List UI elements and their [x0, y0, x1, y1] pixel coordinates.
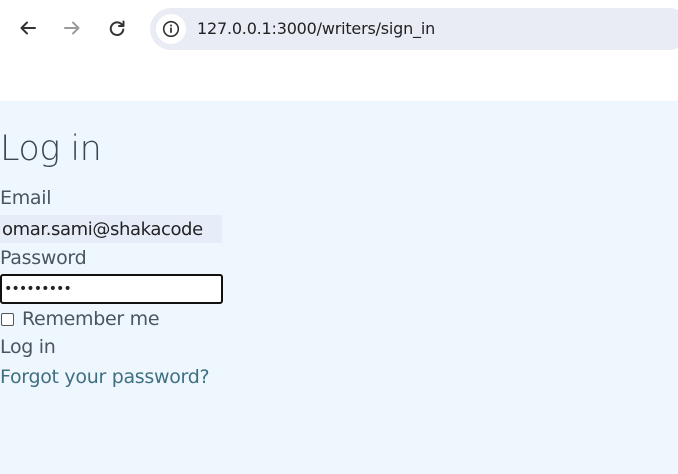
back-arrow-icon — [20, 21, 36, 35]
browser-toolbar: 127.0.0.1:3000/writers/sign_in — [0, 0, 678, 58]
address-bar[interactable]: 127.0.0.1:3000/writers/sign_in — [150, 8, 678, 50]
reload-button[interactable] — [99, 10, 135, 46]
forward-arrow-icon — [64, 21, 80, 35]
remember-me-checkbox[interactable] — [1, 312, 14, 326]
forward-button[interactable] — [54, 10, 90, 46]
remember-me-label[interactable]: Remember me — [22, 308, 160, 330]
site-info-button[interactable] — [156, 14, 186, 44]
password-label: Password — [0, 247, 87, 269]
email-field[interactable] — [0, 215, 222, 243]
remember-me-row: Remember me — [0, 308, 160, 330]
info-icon — [162, 20, 180, 38]
forgot-password-link[interactable]: Forgot your password? — [0, 366, 210, 388]
page-content: Log in Email Password Remember me Log in… — [0, 101, 678, 474]
password-field[interactable] — [0, 274, 223, 304]
url-text[interactable]: 127.0.0.1:3000/writers/sign_in — [197, 19, 435, 38]
page-title: Log in — [0, 129, 102, 169]
reload-icon — [109, 20, 125, 36]
back-button[interactable] — [10, 10, 46, 46]
login-button[interactable]: Log in — [0, 336, 56, 358]
email-label: Email — [0, 187, 52, 209]
